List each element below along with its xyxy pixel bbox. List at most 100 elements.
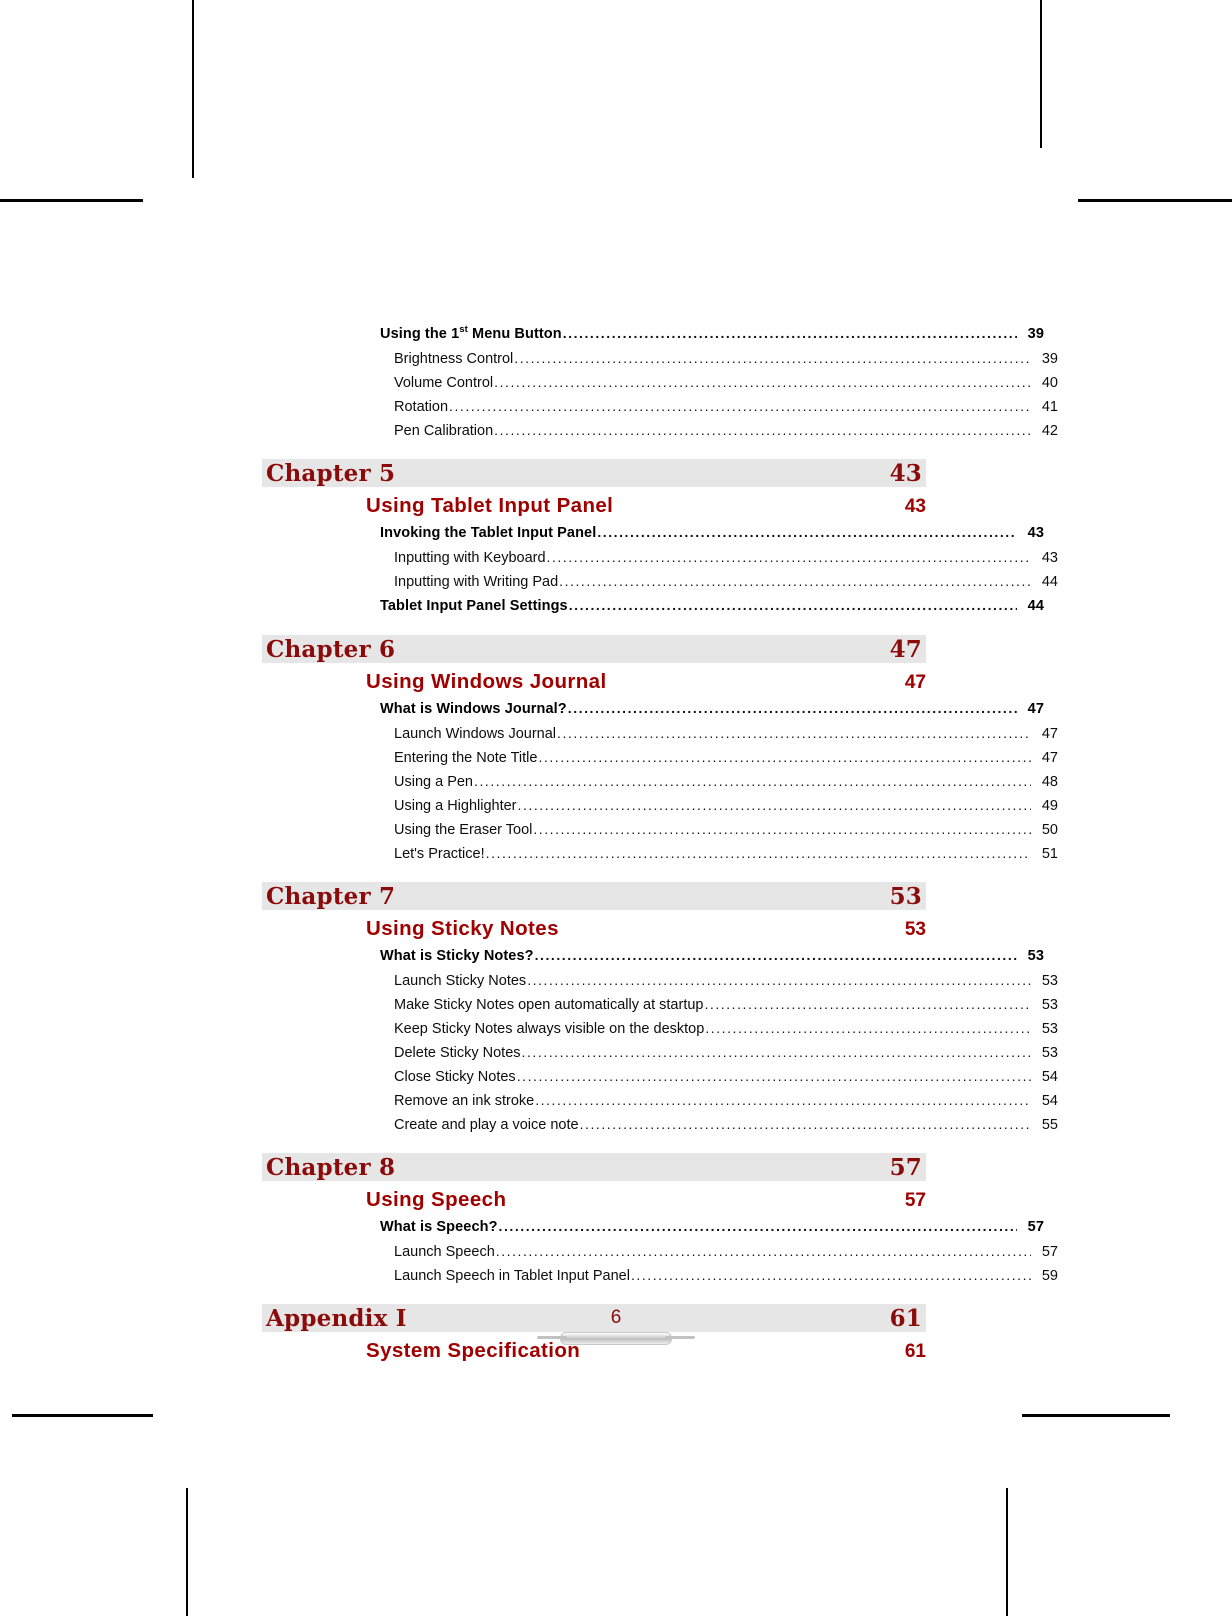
- dot-leader: ........................................…: [568, 598, 1017, 612]
- toc-entry-label: Delete Sticky Notes: [394, 1045, 521, 1061]
- toc-entry-label: Tablet Input Panel Settings: [380, 598, 568, 614]
- toc-entry-level2[interactable]: Remove an ink stroke....................…: [262, 1089, 1058, 1113]
- chapter-bar[interactable]: Chapter 5 43: [262, 459, 926, 487]
- toc-entry-page: 54: [1041, 1093, 1058, 1109]
- ordinal-suffix: st: [459, 324, 468, 336]
- section-title-page: 43: [904, 496, 926, 517]
- toc-entry-page: 47: [1027, 701, 1044, 717]
- toc-entry-page: 47: [1041, 750, 1058, 766]
- toc-entry-label: Using the Eraser Tool: [394, 822, 533, 838]
- dot-leader: ........................................…: [449, 399, 1031, 413]
- toc-entry-label: Entering the Note Title: [394, 750, 538, 766]
- toc-entry-level2[interactable]: Using a Highlighter.....................…: [262, 794, 1058, 818]
- dot-leader: ........................................…: [546, 550, 1031, 564]
- section-title-row[interactable]: Using Windows Journal 47: [262, 670, 926, 694]
- chapter-bar-label: Chapter 8: [266, 1153, 396, 1181]
- toc-entry-level2[interactable]: Keep Sticky Notes always visible on the …: [262, 1017, 1058, 1041]
- toc-entry-label: Invoking the Tablet Input Panel: [380, 525, 597, 541]
- dot-leader: ........................................…: [495, 1244, 1031, 1258]
- toc-entry-level1[interactable]: What is Sticky Notes?...................…: [262, 944, 1044, 969]
- toc-entry-level2[interactable]: Inputting with Keyboard.................…: [262, 546, 1058, 570]
- dot-leader: ........................................…: [562, 326, 1017, 340]
- section-title-page: 53: [904, 919, 926, 940]
- toc-entry-label: Create and play a voice note: [394, 1117, 579, 1133]
- toc-entry-level2[interactable]: Let's Practice!.........................…: [262, 842, 1058, 866]
- toc-entry-page: 48: [1041, 774, 1058, 790]
- page-footer: 6: [0, 1308, 1232, 1345]
- toc-entry-level2[interactable]: Using the Eraser Tool...................…: [262, 818, 1058, 842]
- section-title-row[interactable]: Using Tablet Input Panel 43: [262, 494, 926, 518]
- section-title: Using Windows Journal: [366, 670, 607, 693]
- crop-mark-top-left-vertical: [192, 0, 194, 178]
- toc-entry-level2[interactable]: Launch Speech in Tablet Input Panel.....…: [262, 1264, 1058, 1288]
- section-title-row[interactable]: Using Speech 57: [262, 1188, 926, 1212]
- chapter-bar-page: 53: [889, 882, 922, 910]
- toc-entry-level2[interactable]: Make Sticky Notes open automatically at …: [262, 993, 1058, 1017]
- toc-entry-level2[interactable]: Delete Sticky Notes.....................…: [262, 1041, 1058, 1065]
- toc-entry-level1[interactable]: What is Speech?.........................…: [262, 1215, 1044, 1240]
- section-title: Using Tablet Input Panel: [366, 494, 614, 517]
- dot-leader: ........................................…: [559, 574, 1031, 588]
- section-title: Using Speech: [366, 1188, 507, 1211]
- toc-entry-label: Using the 1st Menu Button: [380, 324, 562, 342]
- dot-leader: ........................................…: [517, 798, 1031, 812]
- toc-entry-level2[interactable]: Launch Windows Journal..................…: [262, 722, 1058, 746]
- section-title-page: 57: [904, 1190, 926, 1211]
- toc-entry-label: Launch Windows Journal: [394, 726, 557, 742]
- toc-entry-page: 44: [1041, 574, 1058, 590]
- crop-mark-bottom-left-vertical: [186, 1488, 188, 1616]
- dot-leader: ........................................…: [521, 1045, 1031, 1059]
- toc-entry-label: Pen Calibration: [394, 423, 494, 439]
- crop-mark-top-right-horizontal: [1078, 199, 1232, 202]
- dot-leader: ........................................…: [567, 701, 1017, 715]
- dot-leader: ........................................…: [494, 375, 1031, 389]
- toc-entry-page: 53: [1027, 948, 1044, 964]
- toc-entry-level2[interactable]: Launch Speech...........................…: [262, 1240, 1058, 1264]
- toc-continued-group: Using the 1st Menu Button ..............…: [262, 322, 1058, 443]
- dot-leader: ........................................…: [474, 774, 1031, 788]
- chapter-group: Chapter 6 47 Using Windows Journal 47 What i…: [262, 635, 1058, 866]
- toc-entry-page: 57: [1027, 1219, 1044, 1235]
- chapter-bar[interactable]: Chapter 8 57: [262, 1153, 926, 1181]
- crop-mark-bottom-right-vertical: [1006, 1488, 1008, 1616]
- toc-entry-level1[interactable]: Using the 1st Menu Button ..............…: [262, 322, 1044, 347]
- toc-entry-level1[interactable]: Tablet Input Panel Settings.............…: [262, 594, 1044, 619]
- dot-leader: ........................................…: [579, 1117, 1031, 1131]
- toc-entry-page: 55: [1041, 1117, 1058, 1133]
- toc-entry-level2[interactable]: Create and play a voice note............…: [262, 1113, 1058, 1137]
- dot-leader: ........................................…: [538, 750, 1031, 764]
- toc-entry-level2[interactable]: Rotation ...............................…: [262, 395, 1058, 419]
- chapter-group: Chapter 7 53 Using Sticky Notes 53 What is S…: [262, 882, 1058, 1137]
- toc-entry-level2[interactable]: Launch Sticky Notes.....................…: [262, 969, 1058, 993]
- section-title: Using Sticky Notes: [366, 917, 559, 940]
- toc-entry-level2[interactable]: Inputting with Writing Pad..............…: [262, 570, 1058, 594]
- toc-entry-page: 50: [1041, 822, 1058, 838]
- chapter-bar[interactable]: Chapter 6 47: [262, 635, 926, 663]
- chapter-group: Chapter 5 43 Using Tablet Input Panel 43 Inv…: [262, 459, 1058, 619]
- toc-entry-level1[interactable]: Invoking the Tablet Input Panel.........…: [262, 521, 1044, 546]
- toc-entry-label: Keep Sticky Notes always visible on the …: [394, 1021, 705, 1037]
- toc-entry-page: 43: [1027, 525, 1044, 541]
- toc-entry-level2[interactable]: Volume Control .........................…: [262, 371, 1058, 395]
- dot-leader: ........................................…: [485, 846, 1031, 860]
- toc-entry-level1[interactable]: What is Windows Journal?................…: [262, 697, 1044, 722]
- toc-entry-level2[interactable]: Brightness Control .....................…: [262, 347, 1058, 371]
- chapter-bar-page: 47: [889, 635, 922, 663]
- section-title-row[interactable]: Using Sticky Notes 53: [262, 917, 926, 941]
- toc-entry-label: Launch Speech: [394, 1244, 495, 1260]
- dot-leader: ........................................…: [534, 948, 1017, 962]
- toc-entry-label: Inputting with Keyboard: [394, 550, 546, 566]
- toc-entry-page: 39: [1027, 326, 1044, 342]
- chapter-bar[interactable]: Chapter 7 53: [262, 882, 926, 910]
- toc-entry-level2[interactable]: Using a Pen.............................…: [262, 770, 1058, 794]
- dot-leader: ........................................…: [630, 1268, 1031, 1282]
- dot-leader: ........................................…: [514, 351, 1031, 365]
- toc-entry-level2[interactable]: Pen Calibration ........................…: [262, 419, 1058, 443]
- crop-mark-top-left-horizontal: [0, 199, 143, 202]
- toc-entry-level2[interactable]: Close Sticky Notes......................…: [262, 1065, 1058, 1089]
- dot-leader: ........................................…: [535, 1093, 1031, 1107]
- crop-mark-bottom-right-horizontal: [1022, 1414, 1170, 1417]
- table-of-contents: Using the 1st Menu Button ..............…: [262, 322, 1058, 1366]
- toc-entry-level2[interactable]: Entering the Note Title.................…: [262, 746, 1058, 770]
- toc-entry-label: Brightness Control: [394, 351, 514, 367]
